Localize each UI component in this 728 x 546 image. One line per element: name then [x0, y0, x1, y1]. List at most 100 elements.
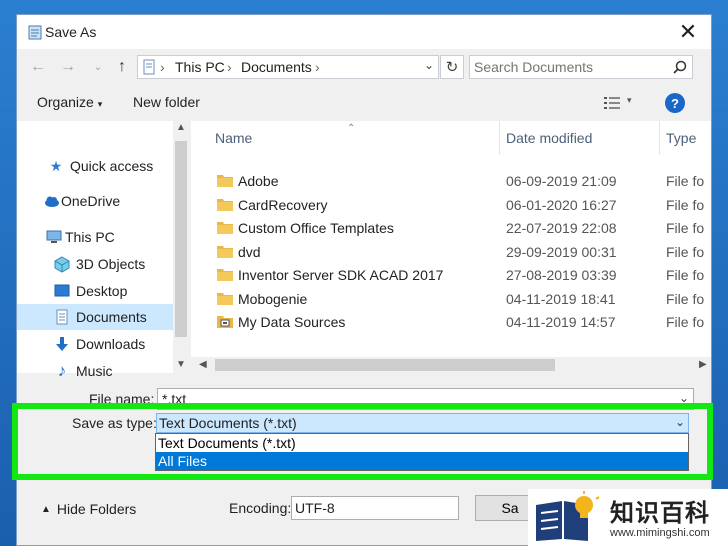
file-name: CardRecovery [238, 196, 328, 213]
new-folder-button[interactable]: New folder [133, 94, 200, 110]
folder-icon [217, 269, 233, 281]
encoding-select[interactable]: UTF-8 [291, 496, 459, 520]
save-as-type-value: Text Documents (*.txt) [159, 415, 297, 431]
file-row[interactable]: CardRecovery 06-01-2020 16:27 File fo [191, 194, 711, 217]
forward-arrow-icon[interactable]: → [57, 57, 79, 77]
file-date: 06-09-2019 21:09 [506, 173, 617, 189]
organize-button[interactable]: Organize ▾ [37, 94, 102, 110]
sidebar-item-desktop[interactable]: Desktop [17, 278, 173, 304]
watermark: 知识百科 www.mimingshi.com [528, 489, 728, 546]
address-dropdown-icon[interactable]: ⌄ [424, 58, 434, 72]
sidebar-item-3d-objects[interactable]: 3D Objects [17, 251, 173, 277]
file-date: 04-11-2019 18:41 [506, 290, 616, 307]
file-row[interactable]: My Data Sources 04-11-2019 14:57 File fo [191, 311, 711, 334]
file-date: 27-08-2019 03:39 [506, 267, 617, 283]
refresh-icon[interactable]: ↻ [440, 55, 464, 79]
close-button[interactable]: ✕ [665, 15, 711, 49]
breadcrumb-this-pc[interactable]: This PC [175, 59, 225, 75]
title-bar: Save As ✕ [17, 15, 711, 49]
breadcrumb-documents[interactable]: Documents [241, 59, 312, 75]
file-date: 29-09-2019 00:31 [506, 243, 617, 260]
scrollbar-thumb[interactable] [175, 141, 187, 337]
help-icon[interactable]: ? [665, 93, 685, 113]
file-name: Mobogenie [238, 290, 308, 307]
scroll-left-icon[interactable]: ◀ [199, 359, 207, 370]
file-name: Custom Office Templates [238, 220, 394, 236]
book-lightbulb-logo-icon [536, 491, 600, 541]
column-header-date[interactable]: Date modified [506, 121, 592, 155]
option-text-documents[interactable]: Text Documents (*.txt) [156, 434, 688, 452]
sidebar-item-label: Quick access [70, 158, 154, 174]
sidebar-item-label: Documents [76, 309, 147, 325]
sort-indicator-icon: ⌃ [347, 123, 356, 134]
file-list-horizontal-scrollbar[interactable]: ◀ ▶ [191, 357, 711, 373]
file-type: File fo [666, 314, 705, 330]
sidebar-item-onedrive[interactable]: OneDrive [17, 188, 173, 214]
column-divider[interactable] [499, 121, 500, 155]
sidebar-item-quick-access[interactable]: ★ Quick access [17, 153, 173, 179]
save-as-type-label: Save as type: [72, 415, 157, 431]
up-arrow-icon[interactable]: ↑ [111, 57, 133, 77]
file-row[interactable]: Custom Office Templates 22-07-2019 22:08 F… [191, 217, 711, 240]
folder-icon [217, 245, 233, 258]
sidebar-item-documents[interactable]: Documents [17, 304, 173, 330]
view-options-icon[interactable] [603, 95, 621, 111]
hide-folders-label: Hide Folders [56, 501, 137, 517]
dialog-title: Save As [45, 24, 97, 40]
file-date: 22-07-2019 22:08 [506, 220, 617, 236]
data-sources-folder-icon [217, 316, 233, 328]
address-bar[interactable]: › This PC › Documents › ⌄ [137, 55, 439, 79]
file-type: File fo [666, 290, 705, 307]
sidebar-item-label: Downloads [76, 336, 146, 352]
scroll-down-icon[interactable]: ▼ [176, 359, 186, 370]
save-as-type-dropdown: Text Documents (*.txt) All Files [155, 433, 689, 471]
sidebar-item-label: OneDrive [61, 193, 121, 209]
option-all-files[interactable]: All Files [156, 452, 688, 470]
folder-icon [217, 198, 233, 211]
chevron-down-icon[interactable]: ⌄ [675, 415, 685, 429]
recent-locations-chevron-icon[interactable]: ⌄ [87, 57, 109, 77]
sidebar-item-label: 3D Objects [76, 256, 146, 272]
hide-folders-button[interactable]: ▲ Hide Folders [41, 501, 136, 517]
column-divider[interactable] [659, 121, 660, 155]
folder-icon [217, 292, 233, 305]
file-date: 06-01-2020 16:27 [506, 196, 617, 213]
scroll-right-icon[interactable]: ▶ [699, 359, 707, 370]
file-name: dvd [238, 243, 261, 260]
file-row[interactable]: Adobe 06-09-2019 21:09 File fo [191, 170, 711, 193]
save-as-type-select[interactable]: Text Documents (*.txt) ⌄ [156, 413, 689, 433]
back-arrow-icon[interactable]: ← [27, 57, 49, 77]
file-row[interactable]: Mobogenie 04-11-2019 18:41 File fo [191, 288, 711, 311]
file-type: File fo [666, 243, 705, 260]
cloud-icon [45, 196, 59, 207]
documents-icon [56, 309, 68, 325]
download-arrow-icon [56, 337, 68, 351]
sidebar-item-downloads[interactable]: Downloads [17, 331, 173, 357]
search-input[interactable] [474, 58, 664, 76]
file-name: Adobe [238, 173, 279, 189]
sidebar-scrollbar[interactable]: ▲ ▼ [173, 121, 189, 373]
sidebar-item-this-pc[interactable]: This PC [17, 224, 173, 250]
file-type: File fo [666, 173, 705, 189]
sidebar-item-label: Desktop [76, 283, 128, 299]
scroll-up-icon[interactable]: ▲ [176, 122, 186, 133]
sidebar-item-music[interactable]: ♪ Music [17, 358, 173, 384]
navigation-bar: ← → ⌄ ↑ › This PC › Documents › ⌄ ↻ [17, 49, 711, 85]
file-row[interactable]: Inventor Server SDK ACAD 2017 27-08-2019 … [191, 264, 711, 287]
computer-icon [46, 230, 62, 243]
search-box[interactable] [469, 55, 693, 79]
sidebar-item-label: This PC [65, 229, 115, 245]
scrollbar-thumb[interactable] [215, 359, 555, 371]
breadcrumb-separator: › [227, 59, 232, 75]
breadcrumb-separator: › [315, 59, 320, 75]
search-icon[interactable] [673, 60, 687, 74]
file-row[interactable]: dvd 29-09-2019 00:31 File fo [191, 241, 711, 264]
encoding-label: Encoding: [229, 500, 292, 516]
chevron-up-icon: ▲ [41, 503, 51, 515]
encoding-value: UTF-8 [295, 500, 335, 516]
desktop-icon [54, 284, 70, 297]
column-header-type[interactable]: Type [666, 121, 696, 155]
view-chevron-icon[interactable]: ▾ [627, 95, 632, 106]
chevron-down-icon: ▾ [97, 99, 103, 109]
column-header-name[interactable]: Name [215, 121, 252, 155]
